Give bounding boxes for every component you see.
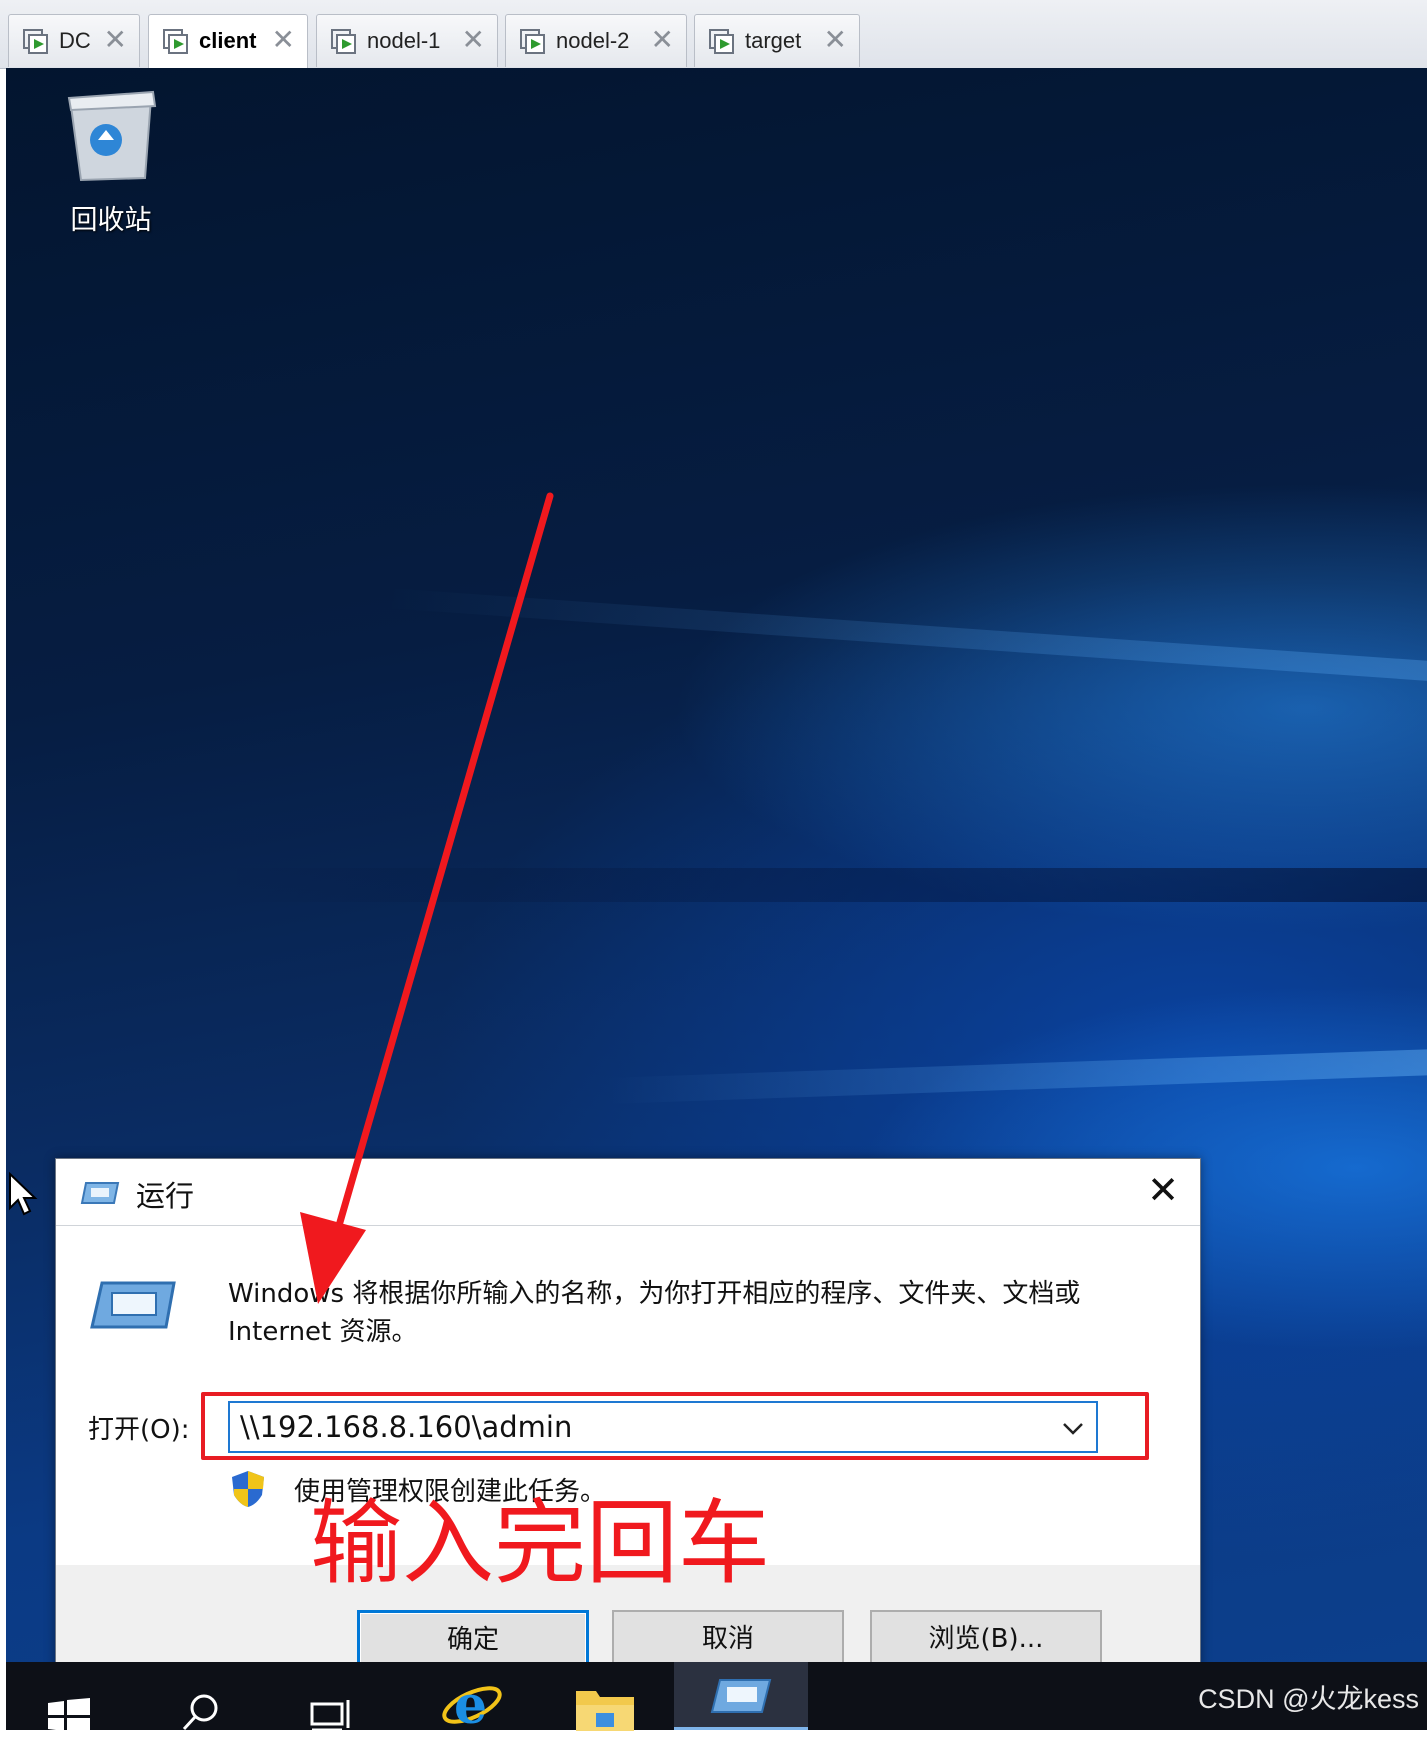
wallpaper-beam <box>385 588 1427 685</box>
vm-running-icon <box>520 29 545 54</box>
recycle-bin[interactable]: 回收站 <box>51 88 171 238</box>
annotation-text: 输入完回车 <box>310 1490 771 1597</box>
tab-label: target <box>745 28 802 53</box>
search-icon[interactable] <box>178 1678 222 1746</box>
annotation-highlight-box <box>201 1392 1149 1460</box>
tab-label: nodel-1 <box>367 28 441 53</box>
tab-nodel-2[interactable]: nodel-2 ✕ <box>505 14 687 67</box>
dialog-titlebar[interactable]: 运行 ✕ <box>56 1159 1200 1225</box>
dialog-description: Windows 将根据你所输入的名称，为你打开相应的程序、文件夹、文档或 Int… <box>228 1279 1081 1347</box>
wallpaper-beam <box>605 1046 1427 1104</box>
desktop: 回收站 运行 ✕ Windows 将根据你所输入的名称，为你打开相应的程序、文件… <box>6 68 1427 1662</box>
tab-label: DC <box>59 28 91 53</box>
cancel-button[interactable]: 取消 <box>612 1610 844 1662</box>
mouse-cursor-icon <box>9 1172 38 1216</box>
dialog-title: 运行 <box>136 1179 195 1213</box>
task-view-icon[interactable] <box>310 1680 356 1748</box>
tab-dc[interactable]: DC ✕ <box>8 14 140 67</box>
recycle-bin-icon <box>67 90 157 182</box>
vm-running-icon <box>163 29 188 54</box>
windows-start-icon[interactable] <box>46 1682 92 1750</box>
open-field-label: 打开(O): <box>88 1415 190 1445</box>
run-program-icon <box>90 1281 176 1329</box>
ok-button[interactable]: 确定 <box>357 1610 589 1662</box>
watermark: CSDN @火龙kess <box>1198 1684 1419 1714</box>
close-icon[interactable]: ✕ <box>462 25 485 55</box>
close-icon[interactable]: ✕ <box>272 25 295 55</box>
browse-button[interactable]: 浏览(B)... <box>870 1610 1102 1662</box>
recycle-bin-label: 回收站 <box>70 205 152 236</box>
run-dialog: 运行 ✕ Windows 将根据你所输入的名称，为你打开相应的程序、文件夹、文档… <box>55 1158 1201 1662</box>
run-app-icon <box>710 1679 772 1713</box>
close-icon[interactable]: ✕ <box>104 25 127 55</box>
internet-explorer-icon[interactable]: e <box>440 1670 504 1738</box>
taskbar: e CSDN @火龙kess <box>6 1662 1427 1736</box>
taskbar-active-app[interactable] <box>674 1662 808 1730</box>
vm-running-icon <box>709 29 734 54</box>
close-icon[interactable]: ✕ <box>651 25 674 55</box>
uac-shield-icon <box>232 1471 264 1507</box>
file-explorer-icon[interactable] <box>574 1674 636 1742</box>
svg-text:e: e <box>454 1675 487 1736</box>
tab-client[interactable]: client ✕ <box>148 14 308 69</box>
vm-tab-bar: DC ✕ client ✕ nodel-1 ✕ nodel-2 ✕ target… <box>0 0 1427 69</box>
tab-label: client <box>199 28 257 53</box>
vm-running-icon <box>23 29 48 54</box>
vm-running-icon <box>331 29 356 54</box>
close-icon[interactable]: ✕ <box>824 25 847 55</box>
wallpaper-beam <box>206 868 1427 902</box>
tab-target[interactable]: target ✕ <box>694 14 860 67</box>
tab-nodel-1[interactable]: nodel-1 ✕ <box>316 14 498 67</box>
tab-label: nodel-2 <box>556 28 630 53</box>
close-button[interactable]: ✕ <box>1136 1165 1190 1219</box>
divider <box>56 1225 1200 1226</box>
run-icon <box>80 1182 120 1204</box>
